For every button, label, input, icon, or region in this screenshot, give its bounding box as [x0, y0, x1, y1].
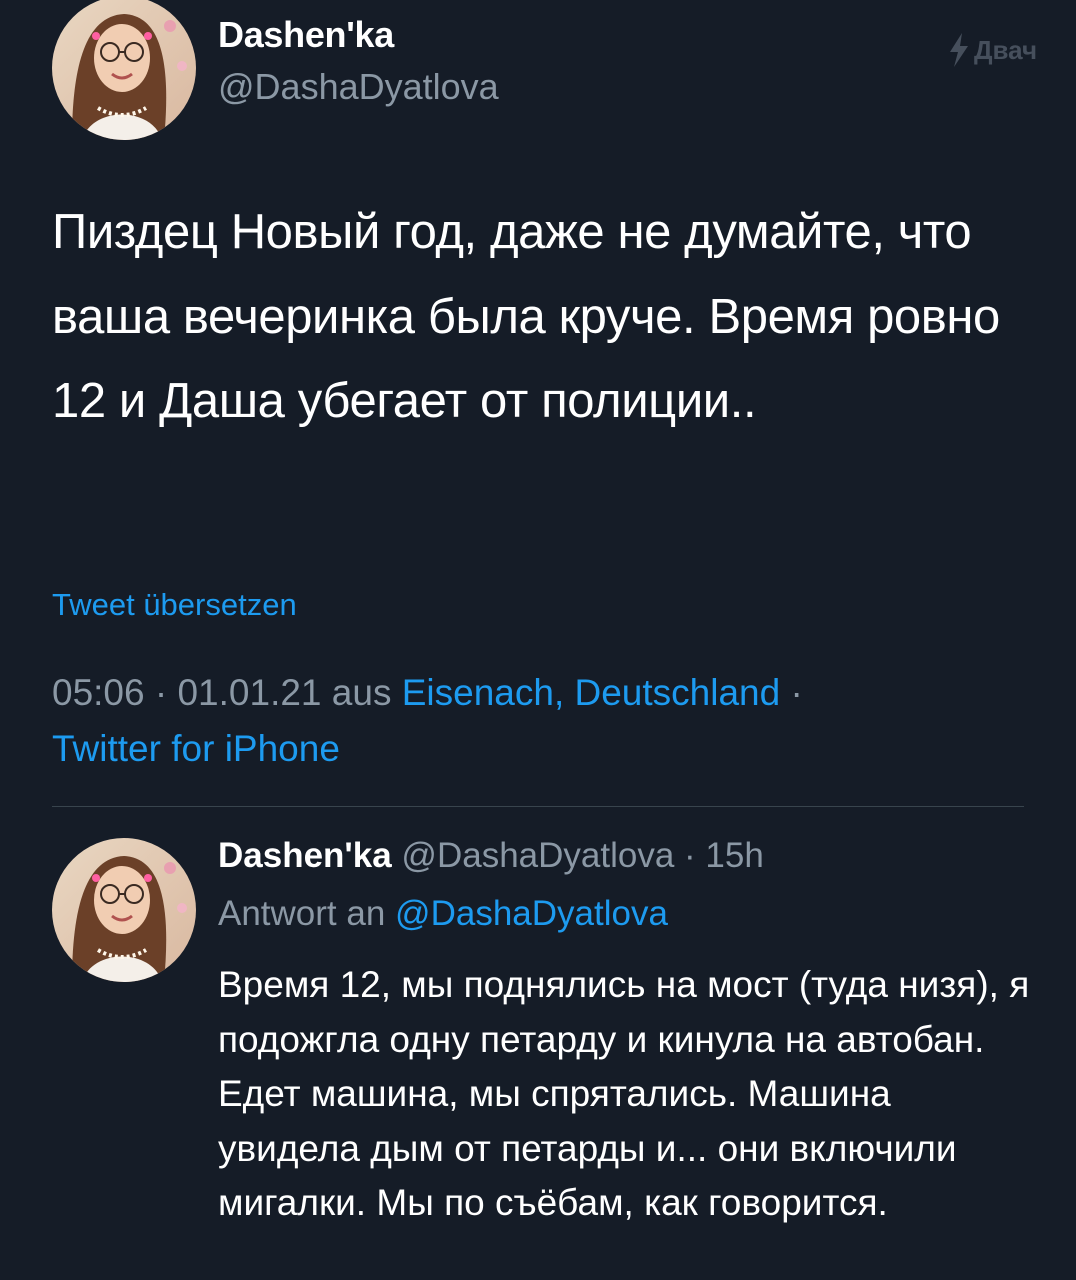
- reply-handle[interactable]: @DashaDyatlova: [401, 836, 674, 875]
- meta-separator-end: ·: [780, 672, 803, 713]
- reply-to-prefix: Antwort an: [218, 894, 396, 933]
- tweet-time[interactable]: 05:06: [52, 672, 145, 713]
- tweet-date[interactable]: 01.01.21: [177, 672, 321, 713]
- tweet-metadata: 05:06 · 01.01.21 aus Eisenach, Deutschla…: [52, 665, 1042, 777]
- reply-separator: ·: [674, 836, 706, 875]
- lightning-bolt-icon: [950, 33, 968, 67]
- user-handle[interactable]: @DashaDyatlova: [218, 66, 499, 108]
- profile-photo-avatar: [52, 0, 196, 140]
- translate-tweet-link[interactable]: Tweet übersetzen: [52, 587, 297, 623]
- divider: [52, 806, 1024, 807]
- source-link[interactable]: Twitter for iPhone: [52, 728, 340, 769]
- reply-to-line: Antwort an @DashaDyatlova: [218, 894, 668, 934]
- location-prefix: aus: [321, 672, 402, 713]
- watermark-label: Двач: [974, 34, 1038, 65]
- location-link[interactable]: Eisenach, Deutschland: [402, 672, 780, 713]
- reply-to-handle-link[interactable]: @DashaDyatlova: [395, 894, 668, 933]
- reply-avatar[interactable]: [52, 838, 196, 982]
- reply-age[interactable]: 15h: [705, 836, 763, 875]
- reply-display-name[interactable]: Dashen'ka: [218, 836, 392, 875]
- meta-separator: ·: [144, 672, 178, 713]
- display-name[interactable]: Dashen'ka: [218, 14, 394, 56]
- avatar[interactable]: [52, 0, 196, 140]
- tweet-text: Пиздец Новый год, даже не думайте, что в…: [52, 205, 1000, 428]
- watermark: Двач: [948, 30, 1037, 70]
- profile-photo-avatar: [52, 838, 196, 982]
- tweet-detail-view: Dashen'ka @DashaDyatlova Двач Пиздец Нов…: [0, 0, 1076, 1280]
- reply-text: Время 12, мы поднялись на мост (туда низ…: [218, 964, 1030, 1223]
- reply-header: Dashen'ka @DashaDyatlova · 15h: [218, 836, 764, 876]
